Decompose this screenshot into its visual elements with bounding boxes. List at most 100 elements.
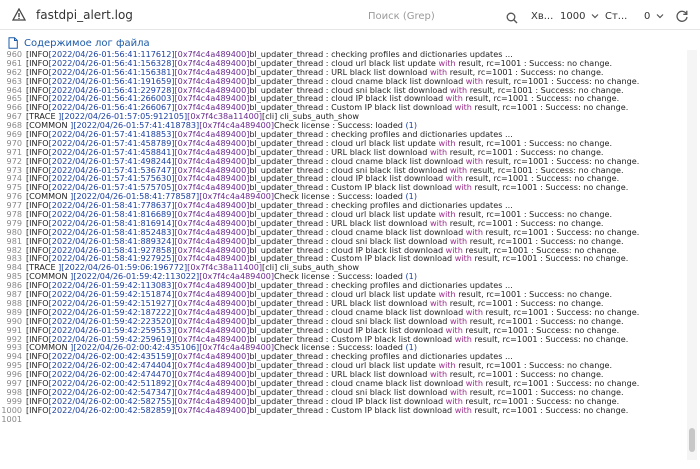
log-text: [INFO[2022/04/26-01:59:42:259619][0x7f4c… xyxy=(26,335,628,344)
log-line: 989 [INFO[2022/04/26-01:59:42:187222][0x7… xyxy=(0,307,686,317)
refresh-icon[interactable] xyxy=(675,8,689,22)
log-line: 973 [INFO[2022/04/26-01:57:41:536747][0x7… xyxy=(0,165,686,175)
log-level: [INFO xyxy=(26,201,49,211)
search-icon[interactable] xyxy=(506,9,518,24)
log-message: bl_updater_thread : URL black list downl… xyxy=(249,67,430,77)
log-text: [INFO[2022/04/26-01:57:41:575630][0x7f4c… xyxy=(26,174,619,183)
log-timestamp: ][2022/04/26-01:57:41:418783] xyxy=(70,121,200,131)
log-message: bl_updater_thread : cloud url black list… xyxy=(249,210,439,219)
log-line: 982 [INFO[2022/04/26-01:58:41:927858][0x7… xyxy=(0,245,686,255)
sort-select[interactable]: Ст... xyxy=(605,7,635,25)
search-box xyxy=(362,6,526,26)
log-message: bl_updater_thread : cloud cname black li… xyxy=(249,156,466,166)
log-timestamp: ][2022/04/26-01:59:42:113022] xyxy=(70,272,200,282)
log-level: [INFO xyxy=(26,130,49,139)
log-thread-id: [0x7f4c4a489400] xyxy=(174,201,250,211)
log-level: [INFO xyxy=(26,227,49,237)
log-thread-id: [0x7f4c4a489400] xyxy=(174,307,250,317)
log-message: bl_updater_thread : Custom IP black list… xyxy=(249,183,455,193)
log-message-rest: result, rc=1001 : Success: no change. xyxy=(455,290,613,299)
log-message-rest: result, rc=1001 : Success: no change. xyxy=(471,103,629,113)
search-input[interactable] xyxy=(362,6,502,26)
scrollbar-thumb[interactable] xyxy=(689,428,695,452)
log-line: 974 [INFO[2022/04/26-01:57:41:575630][0x7… xyxy=(0,174,686,183)
log-timestamp: [2022/04/26-01:57:41:418853] xyxy=(48,130,175,139)
log-level: [INFO xyxy=(26,387,49,397)
log-text: [COMMON ][2022/04/26-02:00:42:435106][0x… xyxy=(26,343,417,352)
log-keyword: with xyxy=(438,138,456,148)
log-text: [INFO[2022/04/26-01:58:41:816689][0x7f4c… xyxy=(26,210,612,219)
log-line: 987 [INFO[2022/04/26-01:59:42:151874][0x7… xyxy=(0,290,686,299)
log-text: [INFO[2022/04/26-02:00:42:474404][0x7f4c… xyxy=(26,361,612,370)
log-keyword: with xyxy=(454,405,472,415)
log-text: [INFO[2022/04/26-01:56:41:156381][0x7f4c… xyxy=(26,68,604,77)
log-level: [INFO xyxy=(26,76,49,86)
log-message: bl_updater_thread : cloud sni black list… xyxy=(249,165,450,175)
log-keyword: with xyxy=(445,94,463,104)
log-thread-id: [0x7f4c4a489400] xyxy=(199,121,275,131)
log-keyword: with xyxy=(454,254,472,264)
log-line: 990 [INFO[2022/04/26-01:59:42:223520][0x7… xyxy=(0,316,686,326)
log-message-rest: result, rc=1001 : Success: no change. xyxy=(455,210,613,219)
log-line: 969 [INFO[2022/04/26-01:57:41:418853][0x7… xyxy=(0,130,686,139)
log-keyword: with xyxy=(450,236,468,246)
line-count-select[interactable]: 1000 xyxy=(560,7,599,25)
log-thread-id: [0x7f4c4a489400] xyxy=(174,405,250,415)
log-level-select[interactable]: Хв... xyxy=(531,7,555,25)
log-line: 963 [INFO[2022/04/26-01:56:41:191659][0x7… xyxy=(0,76,686,86)
log-message: bl_updater_thread : Custom IP black list… xyxy=(249,334,455,344)
log-message-rest: result, rc=1001 : Success: no change. xyxy=(447,298,604,308)
log-message: bl_updater_thread : URL black list downl… xyxy=(249,298,430,308)
log-line: 979 [INFO[2022/04/26-01:58:41:816914][0x7… xyxy=(0,219,686,228)
log-message: bl_updater_thread : Custom IP black list… xyxy=(249,103,455,113)
log-thread-id: [0x7f4c4a489400] xyxy=(174,370,250,379)
log-message: bl_updater_thread : cloud IP black list … xyxy=(249,396,446,406)
log-thread-id: [0x7f4c4a489400] xyxy=(174,254,250,264)
log-line: 985 [COMMON ][2022/04/26-01:59:42:113022]… xyxy=(0,272,686,281)
log-timestamp: ][2022/04/26-02:00:42:435106] xyxy=(70,343,200,353)
log-level: [INFO xyxy=(26,290,49,299)
log-message: bl_updater_thread : cloud url black list… xyxy=(249,290,439,299)
log-message-rest: result, rc=1001 : Success: no change. xyxy=(447,370,604,379)
log-level: [COMMON xyxy=(26,121,71,131)
log-message: bl_updater_thread : cloud url black list… xyxy=(249,361,439,371)
log-text: [INFO[2022/04/26-01:57:41:498244][0x7f4c… xyxy=(26,157,639,166)
log-text: [INFO[2022/04/26-01:57:41:458789][0x7f4c… xyxy=(26,139,612,148)
sort-select-value: Ст... xyxy=(605,10,628,22)
log-line: 997 [INFO[2022/04/26-02:00:42:511892][0x7… xyxy=(0,379,686,388)
log-level: [INFO xyxy=(26,236,49,246)
log-thread-id: [0x7f4c4a489400] xyxy=(174,378,250,388)
log-count: (1) xyxy=(405,272,417,282)
log-text: [INFO[2022/04/26-01:57:41:575705][0x7f4c… xyxy=(26,183,628,192)
log-text: [COMMON ][2022/04/26-01:59:42:113022][0x… xyxy=(26,272,417,281)
log-line: 960 [INFO[2022/04/26-01:56:41:117612][0x7… xyxy=(0,50,686,59)
log-keyword: with xyxy=(429,147,448,157)
log-message: bl_updater_thread : cloud url black list… xyxy=(249,58,439,68)
chevron-down-icon xyxy=(591,12,599,20)
chevron-down-icon xyxy=(656,12,664,20)
log-timestamp: [2022/04/26-01:59:42:113083] xyxy=(48,281,175,291)
toolbar: fastdpi_alert.log Хв... 1000 Ст... 0 xyxy=(0,0,700,30)
log-thread-id: [0x7f4c4a489400] xyxy=(174,236,250,246)
log-timestamp: [2022/04/26-02:00:42:435159] xyxy=(48,352,175,362)
log-thread-id: [0x7f4c4a489400] xyxy=(174,298,250,308)
log-thread-id: [0x7f4c4a489400] xyxy=(174,103,250,113)
log-keyword: with xyxy=(465,76,483,86)
log-keyword: with xyxy=(445,245,463,255)
offset-select[interactable]: 0 xyxy=(644,7,666,25)
log-timestamp: [2022/04/26-01:57:41:458841] xyxy=(48,147,175,157)
log-timestamp: [2022/04/26-01:57:41:458789] xyxy=(48,138,175,148)
log-thread-id: [0x7f4c4a489400] xyxy=(174,67,250,77)
log-thread-id: [0x7f4c4a489400] xyxy=(174,85,250,95)
log-thread-id: [0x7f4c4a489400] xyxy=(174,147,250,157)
log-message: bl_updater_thread : cloud sni black list… xyxy=(249,236,450,246)
log-message-rest: result, rc=1001 : Success: no change. xyxy=(447,67,604,77)
log-timestamp: [2022/04/26-01:56:41:229728] xyxy=(48,85,175,95)
log-text: [INFO[2022/04/26-01:56:41:117612][0x7f4c… xyxy=(26,50,513,59)
log-level: [INFO xyxy=(26,183,49,193)
log-text: [INFO[2022/04/26-01:56:41:191659][0x7f4c… xyxy=(26,77,639,86)
log-message-rest: result, rc=1001 : Success: no change. xyxy=(467,316,624,326)
log-line: 998 [INFO[2022/04/26-02:00:42:547347][0x7… xyxy=(0,387,686,397)
log-text: [INFO[2022/04/26-01:58:41:778637][0x7f4c… xyxy=(26,201,513,210)
vertical-scrollbar[interactable] xyxy=(687,50,697,460)
